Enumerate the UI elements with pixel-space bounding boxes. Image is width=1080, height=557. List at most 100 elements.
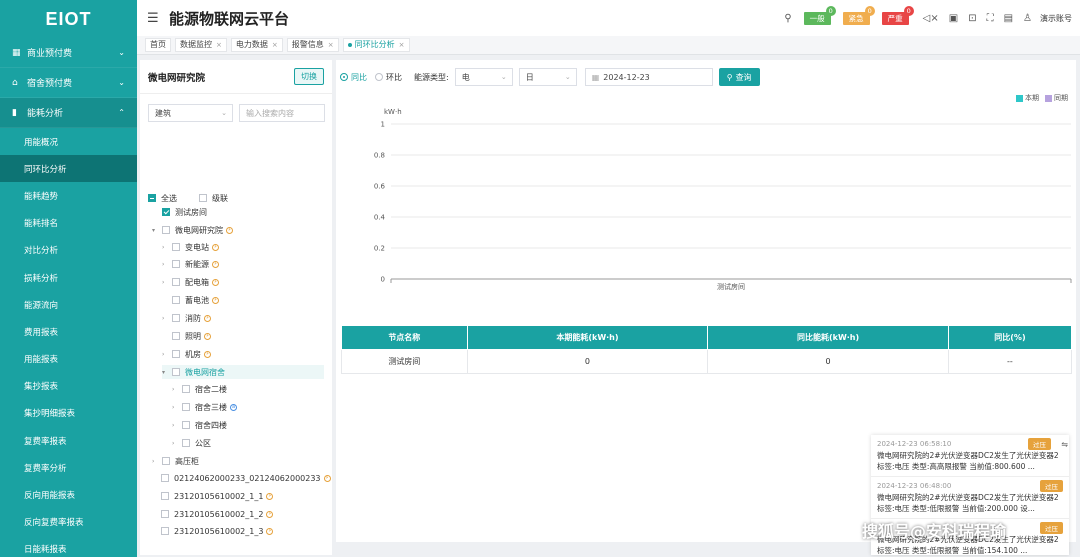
- sidebar-item[interactable]: 反向复费率报表: [0, 509, 137, 536]
- alarm-severe-button[interactable]: 严重 0: [881, 5, 914, 25]
- image-icon[interactable]: ⊡: [968, 13, 976, 24]
- sidebar-item[interactable]: 用能概况: [0, 128, 137, 155]
- sidebar-item[interactable]: 损耗分析: [0, 264, 137, 291]
- search-button[interactable]: ⚲ 查询: [718, 68, 760, 86]
- checkbox[interactable]: [162, 457, 170, 465]
- tree-node[interactable]: › 宿舍二楼: [172, 382, 227, 396]
- caret-right-icon[interactable]: ›: [162, 315, 170, 322]
- caret-down-icon[interactable]: ▾: [152, 227, 160, 234]
- tree-node[interactable]: 全选 级联: [148, 191, 228, 205]
- checkbox[interactable]: [172, 296, 180, 304]
- caret-right-icon[interactable]: ›: [162, 279, 170, 286]
- tree-node[interactable]: › 新能源 ⚡: [162, 257, 219, 271]
- checkbox[interactable]: [182, 385, 190, 393]
- sidebar-item[interactable]: 用能报表: [0, 346, 137, 373]
- caret-right-icon[interactable]: ›: [162, 261, 170, 268]
- tree-node[interactable]: › 变电站 ⚡: [162, 240, 219, 254]
- energy-type-select[interactable]: 电 ⌄: [454, 68, 513, 86]
- caret-right-icon[interactable]: ›: [172, 404, 180, 411]
- checkbox[interactable]: [172, 350, 180, 358]
- tree-node[interactable]: › 机房 ⚡: [162, 347, 211, 361]
- caret-right-icon[interactable]: ›: [162, 244, 170, 251]
- tree-node[interactable]: 测试房间: [162, 205, 207, 219]
- close-icon[interactable]: ×: [272, 38, 278, 52]
- alarm-urgent-button[interactable]: 紧急 0: [842, 5, 875, 25]
- close-icon[interactable]: ×: [216, 38, 222, 52]
- screen-icon[interactable]: ▣: [949, 13, 958, 24]
- settings-icon[interactable]: ⇋: [1061, 440, 1068, 449]
- sidebar-item[interactable]: 对比分析: [0, 237, 137, 264]
- checkbox[interactable]: [162, 208, 170, 216]
- checkbox[interactable]: [161, 492, 169, 500]
- checkbox[interactable]: [172, 278, 180, 286]
- notification-item[interactable]: 2024-12-23 06:58:10 过压 微电网研究院的2#光伏逆变器DC2发…: [871, 435, 1069, 477]
- sidebar-item[interactable]: 复费率分析: [0, 454, 137, 481]
- sidebar-item[interactable]: 集抄报表: [0, 373, 137, 400]
- sidebar-item[interactable]: 反向用能报表: [0, 481, 137, 508]
- menu-icon[interactable]: ☰: [147, 11, 161, 26]
- tree-node[interactable]: 照明 ⚡: [162, 329, 211, 343]
- close-icon[interactable]: ×: [328, 38, 334, 52]
- translate-icon[interactable]: ▤: [1004, 13, 1013, 24]
- tree-node[interactable]: 23120105610002_1_1 ⚡: [161, 489, 274, 503]
- search-icon[interactable]: ⚲: [784, 13, 791, 24]
- checkbox[interactable]: [172, 332, 180, 340]
- tree-node[interactable]: › 配电箱 ⚡: [162, 275, 219, 289]
- sidebar-group-commercial-prepaid[interactable]: ▦ 商业预付费 ⌄: [0, 38, 137, 68]
- date-picker[interactable]: ▦ 2024-12-23: [584, 68, 713, 86]
- tab-power-data[interactable]: 电力数据 ×: [230, 38, 283, 52]
- checkbox[interactable]: [182, 421, 190, 429]
- caret-down-icon[interactable]: ▾: [162, 369, 170, 376]
- account-name[interactable]: 演示账号: [1040, 13, 1072, 24]
- tab-data-monitor[interactable]: 数据监控 ×: [175, 38, 227, 52]
- checkbox[interactable]: [199, 194, 207, 202]
- caret-right-icon[interactable]: ›: [172, 386, 180, 393]
- close-icon[interactable]: ×: [399, 38, 405, 52]
- tree-node[interactable]: › 宿舍四楼: [172, 418, 227, 432]
- caret-right-icon[interactable]: ›: [162, 351, 170, 358]
- tree-node[interactable]: ▾ 微电网宿舍: [162, 365, 324, 379]
- skin-icon[interactable]: ♙: [1023, 13, 1032, 24]
- tree-node[interactable]: 蓄电池 ⚡: [162, 293, 219, 307]
- notification-item[interactable]: 2024-12-23 06:48:00 过压 微电网研究院的2#光伏逆变器DC2发…: [871, 477, 1069, 519]
- tree-node[interactable]: 23120105610002_1_2 ⚡: [161, 507, 274, 521]
- checkbox[interactable]: [148, 194, 156, 202]
- tree-node[interactable]: › 宿舍三楼 a: [172, 400, 237, 414]
- mute-icon[interactable]: ◁×: [923, 13, 939, 24]
- tree-node[interactable]: ▾ 微电网研究院 ⚡: [152, 223, 233, 237]
- tab-alarm-info[interactable]: 报警信息 ×: [286, 38, 339, 52]
- tree-node[interactable]: › 高压柜: [152, 454, 199, 468]
- sidebar-item[interactable]: 同环比分析: [0, 155, 137, 183]
- checkbox[interactable]: [161, 510, 169, 518]
- sidebar-item[interactable]: 费用报表: [0, 318, 137, 345]
- cascade-checkbox[interactable]: 级联: [199, 193, 228, 204]
- yoy-radio[interactable]: 同比: [340, 72, 367, 83]
- sidebar-item[interactable]: 集抄明细报表: [0, 400, 137, 427]
- sidebar-item[interactable]: 能源流向: [0, 291, 137, 318]
- caret-right-icon[interactable]: ›: [172, 440, 180, 447]
- tree-node[interactable]: 23120105610002_1_3 ⚡: [161, 524, 274, 538]
- sidebar-item[interactable]: 能耗趋势: [0, 182, 137, 209]
- sidebar-item[interactable]: 日能耗报表: [0, 536, 137, 557]
- sidebar-item[interactable]: 能耗排名: [0, 210, 137, 237]
- checkbox[interactable]: [162, 226, 170, 234]
- tree-node[interactable]: › 公区: [172, 436, 211, 450]
- tab-home[interactable]: 首页: [145, 38, 171, 52]
- checkbox[interactable]: [161, 474, 169, 482]
- tab-yoy-analysis[interactable]: 同环比分析 ×: [342, 38, 410, 52]
- checkbox[interactable]: [182, 403, 190, 411]
- checkbox[interactable]: [172, 260, 180, 268]
- caret-right-icon[interactable]: ›: [172, 422, 180, 429]
- checkbox[interactable]: [182, 439, 190, 447]
- sidebar-item[interactable]: 复费率报表: [0, 427, 137, 454]
- alarm-general-button[interactable]: 一般 0: [803, 5, 836, 25]
- caret-right-icon[interactable]: ›: [152, 458, 160, 465]
- sidebar-group-energy-analysis[interactable]: ▮ 能耗分析 ⌃: [0, 98, 137, 128]
- mom-radio[interactable]: 环比: [375, 72, 402, 83]
- period-select[interactable]: 日 ⌄: [518, 68, 577, 86]
- fullscreen-icon[interactable]: ⛶: [987, 13, 994, 24]
- checkbox[interactable]: [172, 243, 180, 251]
- sidebar-group-dorm-prepaid[interactable]: ⌂ 宿舍预付费 ⌄: [0, 68, 137, 98]
- checkbox[interactable]: [161, 527, 169, 535]
- checkbox[interactable]: [172, 368, 180, 376]
